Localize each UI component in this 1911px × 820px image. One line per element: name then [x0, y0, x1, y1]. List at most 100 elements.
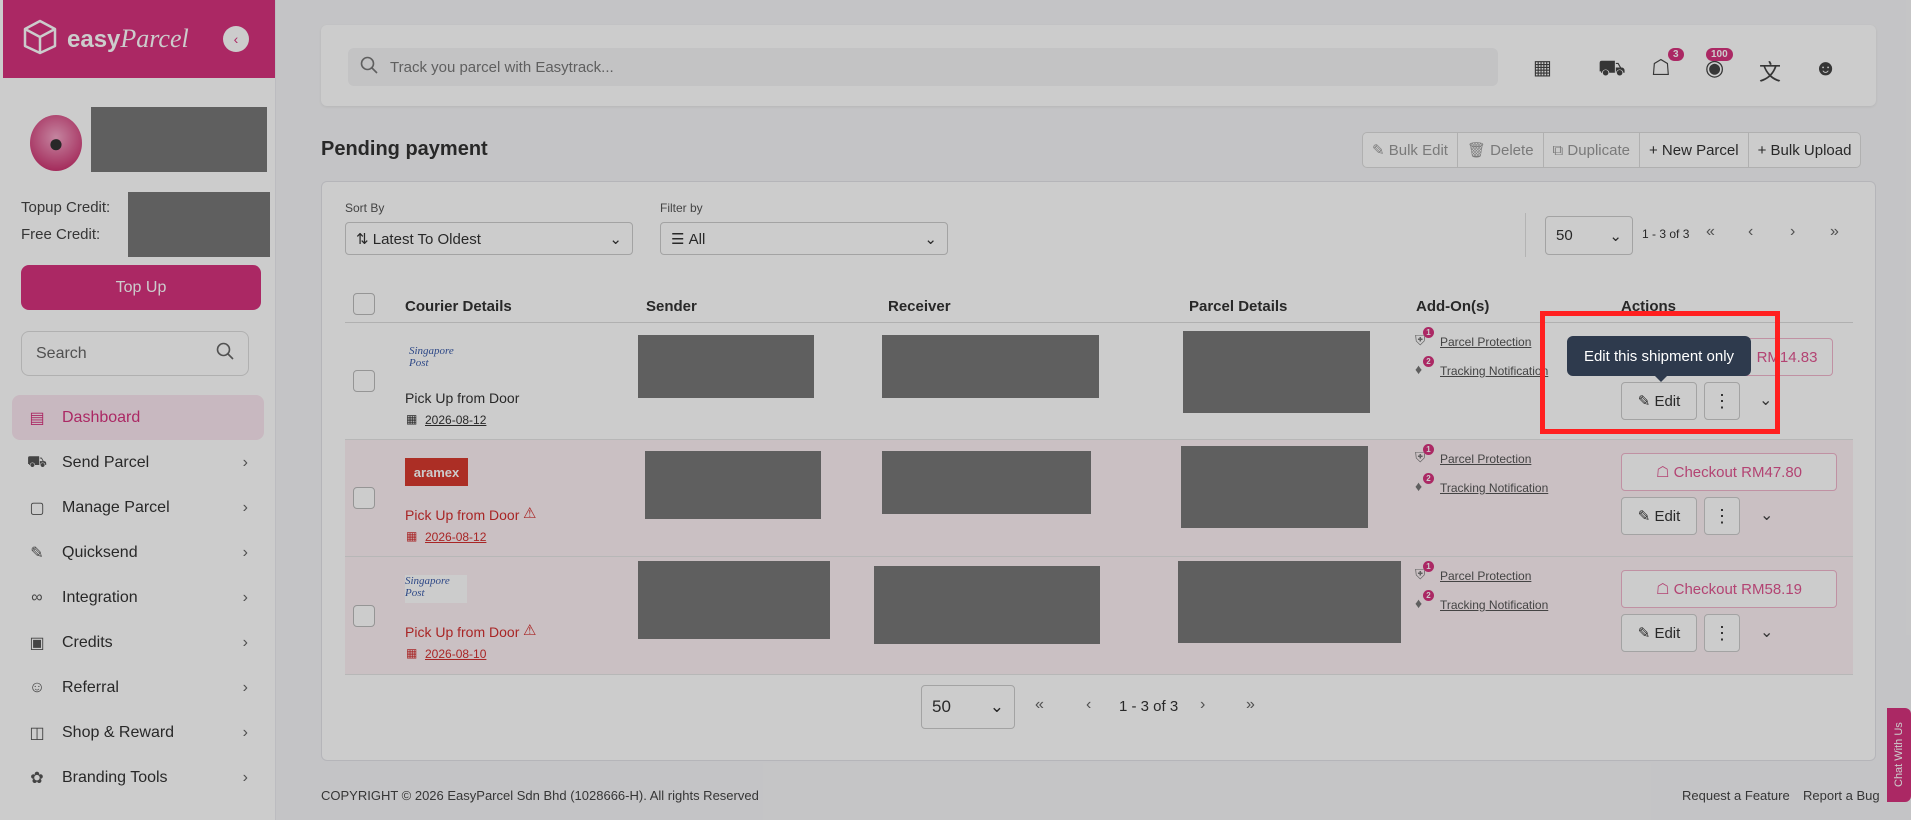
- column-sender: Sender: [646, 298, 697, 315]
- truck-icon[interactable]: ⛟: [1598, 55, 1626, 84]
- redacted-parcel-details: [1178, 561, 1401, 643]
- expand-row-icon[interactable]: ⌄: [1760, 622, 1773, 642]
- redacted-sender: [645, 451, 821, 519]
- edit-button[interactable]: ✎ Edit: [1621, 614, 1697, 652]
- user-account-icon[interactable]: ☻: [1814, 55, 1837, 81]
- sidebar-item-dashboard[interactable]: ▤ Dashboard: [12, 395, 264, 440]
- checkout-button[interactable]: ☖ Checkout RM47.80: [1621, 453, 1837, 491]
- sidebar-item-manage-parcel[interactable]: ▢ Manage Parcel ›: [12, 485, 264, 530]
- search-icon: [360, 56, 378, 78]
- checkout-button[interactable]: ☖ Checkout RM58.19: [1621, 570, 1837, 608]
- sidebar-item-send-parcel[interactable]: ⛟ Send Parcel ›: [12, 440, 264, 485]
- addon-count-badge: 1: [1423, 561, 1434, 572]
- list-icon: ☰: [671, 230, 689, 248]
- copyright-text: COPYRIGHT © 2026 EasyParcel Sdn Bhd (102…: [321, 788, 759, 803]
- row-checkbox[interactable]: [353, 605, 375, 627]
- next-page-icon[interactable]: ›: [1200, 696, 1205, 714]
- cart-icon: ☖: [1655, 581, 1674, 598]
- topup-credit-label: Topup Credit:: [21, 199, 111, 216]
- topup-button[interactable]: Top Up: [21, 265, 261, 310]
- tracking-notification-link[interactable]: Tracking Notification: [1440, 364, 1548, 378]
- brand-header: easyParcel ‹: [3, 0, 275, 78]
- sidebar-item-branding-tools[interactable]: ✿ Branding Tools ›: [12, 755, 264, 800]
- courier-logo: Singapore Post: [409, 345, 454, 369]
- select-all-checkbox[interactable]: [353, 293, 375, 315]
- parcel-protection-link[interactable]: Parcel Protection: [1440, 335, 1531, 349]
- box-logo-icon: [23, 19, 57, 60]
- sidebar-item-integration[interactable]: ∞ Integration ›: [12, 575, 264, 620]
- sidebar-item-shop-reward[interactable]: ◫ Shop & Reward ›: [12, 710, 264, 755]
- collapse-sidebar-button[interactable]: ‹: [223, 26, 249, 52]
- sidebar-item-label: Shop & Reward: [62, 723, 175, 741]
- request-feature-link[interactable]: Request a Feature: [1682, 788, 1790, 803]
- edit-label: Edit: [1654, 507, 1681, 525]
- more-options-button[interactable]: ⋮: [1704, 614, 1740, 652]
- delete-label: Delete: [1490, 141, 1534, 159]
- last-page-icon[interactable]: »: [1246, 696, 1255, 714]
- last-page-icon[interactable]: »: [1830, 223, 1839, 241]
- column-receiver: Receiver: [888, 298, 951, 315]
- new-parcel-button[interactable]: + New Parcel: [1640, 133, 1749, 167]
- calendar-icon: ▦: [406, 412, 418, 426]
- truck-icon: ⛟: [26, 453, 48, 471]
- sort-icon: ⇅: [356, 230, 373, 248]
- parcel-protection-link[interactable]: Parcel Protection: [1440, 569, 1531, 583]
- sidebar-item-referral[interactable]: ☺ Referral ›: [12, 665, 264, 710]
- courier-logo: Singapore Post: [405, 575, 467, 603]
- highlight-box: [1540, 311, 1780, 434]
- translate-icon[interactable]: 文: [1759, 55, 1781, 87]
- easytrack-search-input[interactable]: Track you parcel with Easytrack...: [348, 48, 1498, 86]
- chat-with-us-button[interactable]: Chat With Us: [1887, 708, 1911, 802]
- sidebar-item-label: Branding Tools: [62, 768, 168, 786]
- sidebar-nav: ▤ Dashboard ⛟ Send Parcel › ▢ Manage Parcel ›…: [12, 395, 264, 800]
- sidebar-item-quicksend[interactable]: ✎ Quicksend ›: [12, 530, 264, 575]
- delete-button[interactable]: 🗑 Delete: [1458, 133, 1544, 167]
- page-title: Pending payment: [321, 138, 488, 160]
- sidebar-search-input[interactable]: Search: [21, 331, 249, 376]
- bulk-upload-button[interactable]: + Bulk Upload: [1749, 133, 1861, 167]
- chevron-right-icon: ›: [242, 498, 248, 516]
- prev-page-icon[interactable]: ‹: [1748, 223, 1753, 241]
- chevron-right-icon: ›: [242, 453, 248, 471]
- courier-logo: aramex: [405, 458, 468, 486]
- notification-count-badge: 100: [1706, 48, 1733, 61]
- apps-grid-icon[interactable]: ▦: [1533, 55, 1552, 80]
- next-page-icon[interactable]: ›: [1790, 223, 1795, 241]
- first-page-icon[interactable]: «: [1035, 696, 1044, 714]
- palette-icon: ✿: [30, 769, 44, 787]
- row-checkbox[interactable]: [353, 370, 375, 392]
- chevron-right-icon: ›: [242, 768, 248, 786]
- bulk-edit-button[interactable]: ✎ Bulk Edit: [1363, 133, 1458, 167]
- page-size-select-bottom[interactable]: 50 ⌄: [921, 685, 1015, 729]
- tracking-notification-link[interactable]: Tracking Notification: [1440, 598, 1548, 612]
- tracking-notification-link[interactable]: Tracking Notification: [1440, 481, 1548, 495]
- sidebar-item-label: Credits: [62, 633, 113, 651]
- sort-by-value: Latest To Oldest: [372, 230, 481, 248]
- parcel-protection-link[interactable]: Parcel Protection: [1440, 452, 1531, 466]
- page-size-select-top[interactable]: 50 ⌄: [1545, 216, 1633, 255]
- free-credit-label: Free Credit:: [21, 226, 101, 243]
- expand-row-icon[interactable]: ⌄: [1760, 505, 1773, 525]
- sidebar-item-credits[interactable]: ▣ Credits ›: [12, 620, 264, 665]
- sort-by-select[interactable]: ⇅ Latest To Oldest ⌄: [345, 222, 633, 255]
- page-size-value: 50: [1556, 227, 1573, 244]
- more-options-button[interactable]: ⋮: [1704, 497, 1740, 535]
- divider: [1525, 213, 1526, 257]
- sidebar-item-label: Referral: [62, 678, 119, 696]
- chevron-down-icon: ⌄: [989, 697, 1004, 716]
- avatar[interactable]: ●: [30, 115, 82, 171]
- user-plus-icon: ☺: [28, 678, 46, 696]
- duplicate-button[interactable]: ⧉ Duplicate: [1544, 133, 1640, 167]
- report-bug-link[interactable]: Report a Bug: [1803, 788, 1880, 803]
- filter-by-label: Filter by: [660, 201, 703, 215]
- addon-count-badge: 2: [1423, 356, 1434, 367]
- filter-by-select[interactable]: ☰ All ⌄: [660, 222, 948, 255]
- edit-button[interactable]: ✎ Edit: [1621, 497, 1697, 535]
- redacted-sender: [638, 561, 830, 639]
- pickup-method: Pick Up from Door: [405, 507, 520, 523]
- row-checkbox[interactable]: [353, 487, 375, 509]
- mascot-icon: ●: [48, 127, 64, 158]
- cart-icon[interactable]: ☖: [1651, 55, 1671, 81]
- first-page-icon[interactable]: «: [1706, 223, 1715, 241]
- prev-page-icon[interactable]: ‹: [1086, 696, 1091, 714]
